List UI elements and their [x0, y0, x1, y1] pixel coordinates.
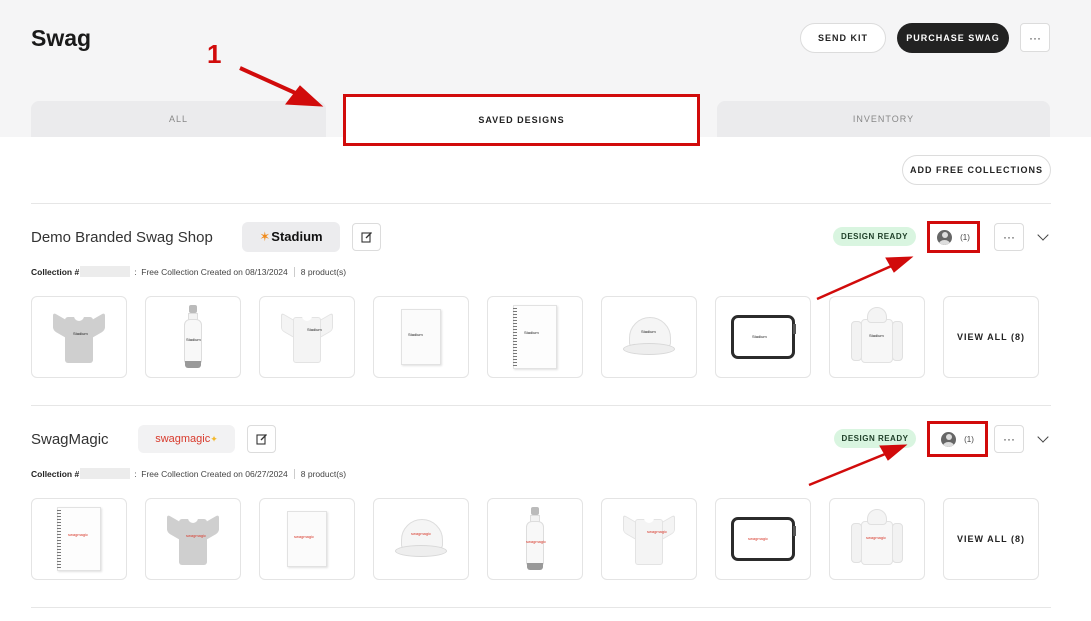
- annotation-step-number: 1: [207, 39, 222, 69]
- annotation-arrowhead-users-1: [885, 256, 914, 273]
- chevron-down-icon[interactable]: [1037, 229, 1049, 241]
- collection-logo: swagmagic✦: [138, 425, 235, 453]
- annotation-arrow-users-2: [808, 450, 891, 487]
- tab-all[interactable]: ALL: [31, 101, 326, 137]
- edit-collection-button[interactable]: [247, 425, 276, 453]
- product-card-spiral-notebook[interactable]: Stadium: [487, 296, 583, 378]
- product-card-cap[interactable]: Stadium: [601, 296, 697, 378]
- product-card-water-bottle[interactable]: swagmagic: [487, 498, 583, 580]
- product-card-hoodie[interactable]: Stadium: [829, 296, 925, 378]
- collection-meta: Collection #: Free Collection Created on…: [31, 468, 347, 479]
- collection-name[interactable]: Demo Branded Swag Shop: [31, 229, 213, 246]
- more-icon: ···: [1029, 30, 1041, 45]
- collection-more-button[interactable]: ···: [994, 223, 1024, 251]
- tab-inventory[interactable]: INVENTORY: [717, 101, 1050, 137]
- product-card-laptop-sleeve[interactable]: Stadium: [715, 296, 811, 378]
- product-card-hoodie[interactable]: swagmagic: [829, 498, 925, 580]
- user-avatar-icon: [941, 431, 957, 447]
- redacted-id: [80, 266, 131, 277]
- purchase-swag-button[interactable]: PURCHASE SWAG: [897, 23, 1009, 53]
- edit-icon: [255, 434, 267, 445]
- edit-collection-button[interactable]: [352, 223, 381, 251]
- view-all-button[interactable]: VIEW ALL (8): [943, 498, 1039, 580]
- product-card-spiral-notebook[interactable]: swagmagic: [31, 498, 127, 580]
- product-card-tshirt-grey[interactable]: Stadium: [31, 296, 127, 378]
- product-card-water-bottle[interactable]: Stadium: [145, 296, 241, 378]
- edit-icon: [360, 232, 372, 243]
- tab-saved-designs[interactable]: SAVED DESIGNS: [343, 94, 700, 146]
- stadium-star-icon: ✶: [259, 229, 271, 244]
- more-icon: ···: [1003, 432, 1015, 446]
- collection-more-button[interactable]: ···: [994, 425, 1024, 453]
- header-more-button[interactable]: ···: [1020, 23, 1050, 52]
- product-card-cap[interactable]: swagmagic: [373, 498, 469, 580]
- assigned-users-button[interactable]: (1): [927, 221, 980, 253]
- send-kit-button[interactable]: SEND KIT: [800, 23, 886, 53]
- status-badge: DESIGN READY: [834, 429, 916, 448]
- spark-icon: ✦: [210, 434, 218, 444]
- divider: [31, 405, 1051, 406]
- product-card-tshirt-grey[interactable]: swagmagic: [145, 498, 241, 580]
- product-card-notebook[interactable]: swagmagic: [259, 498, 355, 580]
- divider: [31, 203, 1051, 204]
- page-title: Swag: [31, 25, 92, 51]
- chevron-down-icon[interactable]: [1037, 431, 1049, 443]
- view-all-button[interactable]: VIEW ALL (8): [943, 296, 1039, 378]
- user-count: (1): [964, 434, 974, 444]
- product-card-notebook[interactable]: Stadium: [373, 296, 469, 378]
- redacted-id: [80, 468, 131, 479]
- divider: [31, 607, 1051, 608]
- annotation-arrow-users-1: [816, 262, 897, 301]
- collection-meta: Collection #: Free Collection Created on…: [31, 266, 347, 277]
- product-card-tshirt-white[interactable]: swagmagic: [601, 498, 697, 580]
- collection-logo: ✶Stadium: [242, 222, 340, 252]
- add-free-collections-button[interactable]: ADD FREE COLLECTIONS: [902, 155, 1051, 185]
- assigned-users-button[interactable]: (1): [927, 421, 988, 457]
- product-card-laptop-sleeve[interactable]: swagmagic: [715, 498, 811, 580]
- collection-name[interactable]: SwagMagic: [31, 431, 109, 448]
- user-avatar-icon: [937, 229, 953, 245]
- more-icon: ···: [1003, 230, 1015, 244]
- product-card-tshirt-white[interactable]: Stadium: [259, 296, 355, 378]
- user-count: (1): [960, 232, 970, 242]
- status-badge: DESIGN READY: [833, 227, 916, 246]
